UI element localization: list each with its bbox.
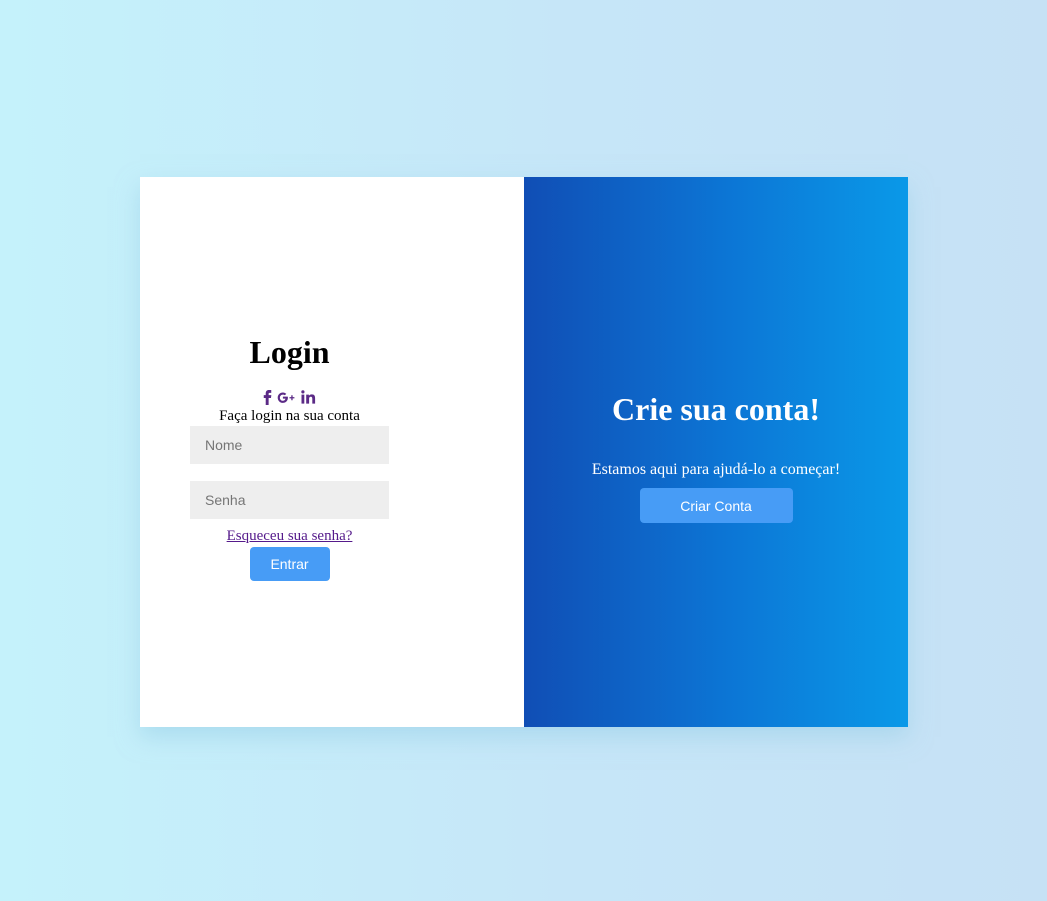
signup-title: Crie sua conta! [612, 391, 820, 427]
name-input[interactable] [190, 426, 389, 464]
linkedin-icon[interactable] [301, 390, 316, 404]
auth-card: Login Faça login na sua conta Nome Esque… [140, 177, 908, 727]
login-subtitle: Faça login na sua conta [219, 408, 360, 424]
login-form: Login Faça login na sua conta Nome Esque… [190, 332, 389, 581]
social-login-icons [263, 388, 316, 406]
forgot-password-link[interactable]: Esqueceu sua senha? [227, 528, 353, 544]
password-input[interactable] [190, 481, 389, 519]
create-account-button[interactable]: Criar Conta [639, 488, 793, 523]
signup-box: Crie sua conta! Estamos aqui para ajudá-… [524, 387, 908, 523]
google-plus-icon[interactable] [277, 391, 296, 404]
login-title: Login [249, 334, 330, 370]
login-panel: Login Faça login na sua conta Nome Esque… [140, 177, 524, 727]
facebook-icon[interactable] [263, 389, 272, 405]
login-button[interactable]: Entrar [249, 547, 330, 581]
signup-panel: Crie sua conta! Estamos aqui para ajudá-… [524, 177, 908, 727]
signup-description: Estamos aqui para ajudá-lo a começar! [591, 461, 841, 478]
